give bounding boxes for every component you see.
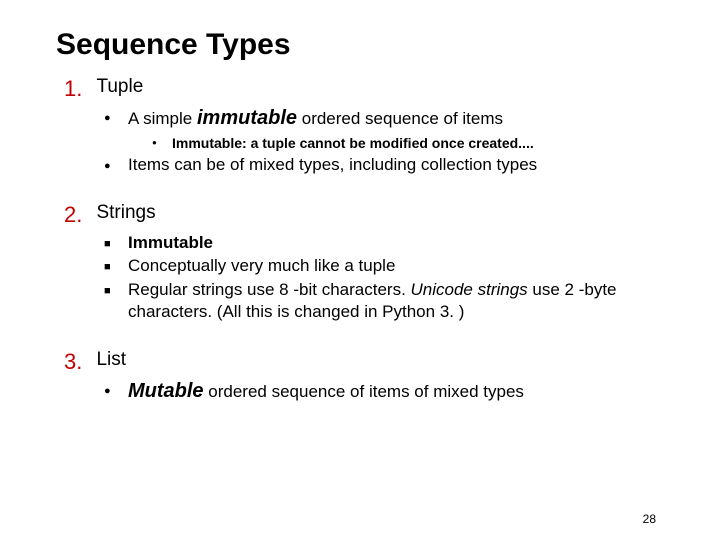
- bullet: Regular strings use 8 -bit characters. U…: [104, 279, 664, 323]
- list-item-strings: 2. Strings Immutable Conceptually very m…: [64, 202, 664, 323]
- bullet-suffix: ordered sequence of items: [297, 109, 503, 128]
- list-item-tuple: 1. Tuple A simple immutable ordered sequ…: [64, 76, 664, 176]
- item-header: List: [96, 349, 126, 370]
- bullet: Conceptually very much like a tuple: [104, 255, 664, 277]
- item-header: Tuple: [96, 76, 143, 97]
- text-part: Regular strings use 8 -bit characters.: [128, 280, 411, 299]
- keyword-mutable: Mutable: [128, 380, 204, 402]
- page-number: 28: [643, 512, 656, 526]
- tuple-bullets: A simple immutable ordered sequence of i…: [104, 106, 664, 176]
- bullet: Items can be of mixed types, including c…: [104, 154, 664, 176]
- keyword-immutable: immutable: [197, 107, 297, 129]
- list-item-list: 3. List Mutable ordered sequence of item…: [64, 349, 664, 405]
- item-header: Strings: [96, 202, 155, 223]
- list-bullets: Mutable ordered sequence of items of mix…: [104, 379, 664, 405]
- item-number: 1.: [64, 76, 92, 102]
- sub-bullets: Immutable: a tuple cannot be modified on…: [152, 134, 664, 152]
- bullet-suffix: ordered sequence of items of mixed types: [204, 382, 524, 401]
- slide-title: Sequence Types: [56, 28, 664, 62]
- item-number: 2.: [64, 202, 92, 228]
- slide: Sequence Types 1. Tuple A simple immutab…: [0, 0, 720, 540]
- bullet-prefix: A simple: [128, 109, 197, 128]
- text-part-italic: Unicode strings: [411, 280, 528, 299]
- bullet: Immutable: [104, 232, 664, 254]
- sub-bullet: Immutable: a tuple cannot be modified on…: [152, 134, 664, 152]
- sequence-list: 1. Tuple A simple immutable ordered sequ…: [56, 76, 664, 404]
- bullet: A simple immutable ordered sequence of i…: [104, 106, 664, 152]
- bullet: Mutable ordered sequence of items of mix…: [104, 379, 664, 405]
- strings-bullets: Immutable Conceptually very much like a …: [104, 232, 664, 323]
- item-number: 3.: [64, 349, 92, 375]
